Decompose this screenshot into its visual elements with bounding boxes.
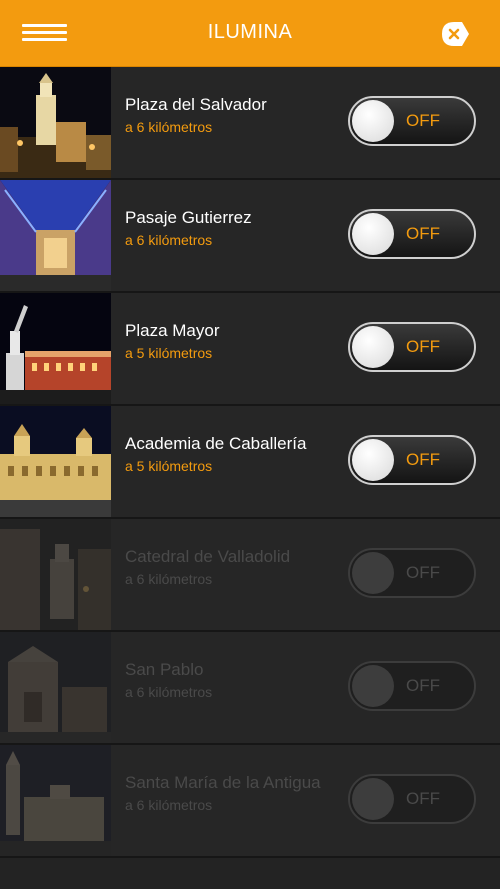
place-thumbnail: [0, 519, 111, 630]
toggle-knob: [352, 665, 394, 707]
toggle-state-label: OFF: [406, 789, 440, 808]
list-item: Santa María de la Antigua a 6 kilómetros…: [0, 745, 500, 858]
toggle-state-label: OFF: [406, 224, 440, 243]
toggle-knob: [352, 778, 394, 820]
place-toggle[interactable]: OFF: [348, 209, 476, 259]
place-name: San Pablo: [125, 660, 204, 679]
place-thumbnail: [0, 406, 111, 517]
app-title: ILUMINA: [207, 21, 293, 43]
toggle-knob: [352, 326, 394, 368]
toggle-state-label: OFF: [406, 563, 440, 582]
place-name: Plaza Mayor: [125, 321, 220, 340]
toggle-state-label: OFF: [406, 450, 440, 469]
place-thumbnail: [0, 180, 111, 291]
toggle-knob: [352, 552, 394, 594]
place-thumbnail: [0, 632, 111, 743]
list-item[interactable]: Pasaje Gutierrez a 6 kilómetros OFF: [0, 180, 500, 293]
list-item[interactable]: Plaza Mayor a 5 kilómetros OFF: [0, 293, 500, 406]
place-toggle[interactable]: OFF: [348, 96, 476, 146]
places-list: Plaza del Salvador a 6 kilómetros OFF Pa…: [0, 67, 500, 858]
place-distance: a 6 kilómetros: [125, 119, 213, 135]
app-header: ILUMINA: [0, 0, 500, 68]
place-toggle[interactable]: OFF: [348, 435, 476, 485]
place-distance: a 6 kilómetros: [125, 232, 213, 248]
place-name: Academia de Caballería: [125, 434, 307, 453]
place-name: Pasaje Gutierrez: [125, 208, 252, 227]
place-toggle: OFF: [348, 548, 476, 598]
toggle-state-label: OFF: [406, 111, 440, 130]
toggle-state-label: OFF: [406, 676, 440, 695]
place-name: Catedral de Valladolid: [125, 547, 291, 566]
place-thumbnail: [0, 745, 111, 856]
close-tag-icon[interactable]: [440, 20, 470, 48]
list-item[interactable]: Academia de Caballería a 5 kilómetros OF…: [0, 406, 500, 519]
list-item[interactable]: Plaza del Salvador a 6 kilómetros OFF: [0, 67, 500, 180]
place-toggle: OFF: [348, 661, 476, 711]
toggle-state-label: OFF: [406, 337, 440, 356]
place-distance: a 6 kilómetros: [125, 797, 213, 813]
place-distance: a 6 kilómetros: [125, 571, 213, 587]
list-item: San Pablo a 6 kilómetros OFF: [0, 632, 500, 745]
toggle-knob: [352, 100, 394, 142]
list-item: Catedral de Valladolid a 6 kilómetros OF…: [0, 519, 500, 632]
place-thumbnail: [0, 293, 111, 404]
toggle-knob: [352, 439, 394, 481]
toggle-knob: [352, 213, 394, 255]
place-toggle: OFF: [348, 774, 476, 824]
place-thumbnail: [0, 67, 111, 178]
place-toggle[interactable]: OFF: [348, 322, 476, 372]
place-distance: a 5 kilómetros: [125, 458, 213, 474]
place-distance: a 5 kilómetros: [125, 345, 213, 361]
place-distance: a 6 kilómetros: [125, 684, 213, 700]
place-name: Santa María de la Antigua: [125, 773, 321, 792]
place-name: Plaza del Salvador: [125, 95, 267, 114]
